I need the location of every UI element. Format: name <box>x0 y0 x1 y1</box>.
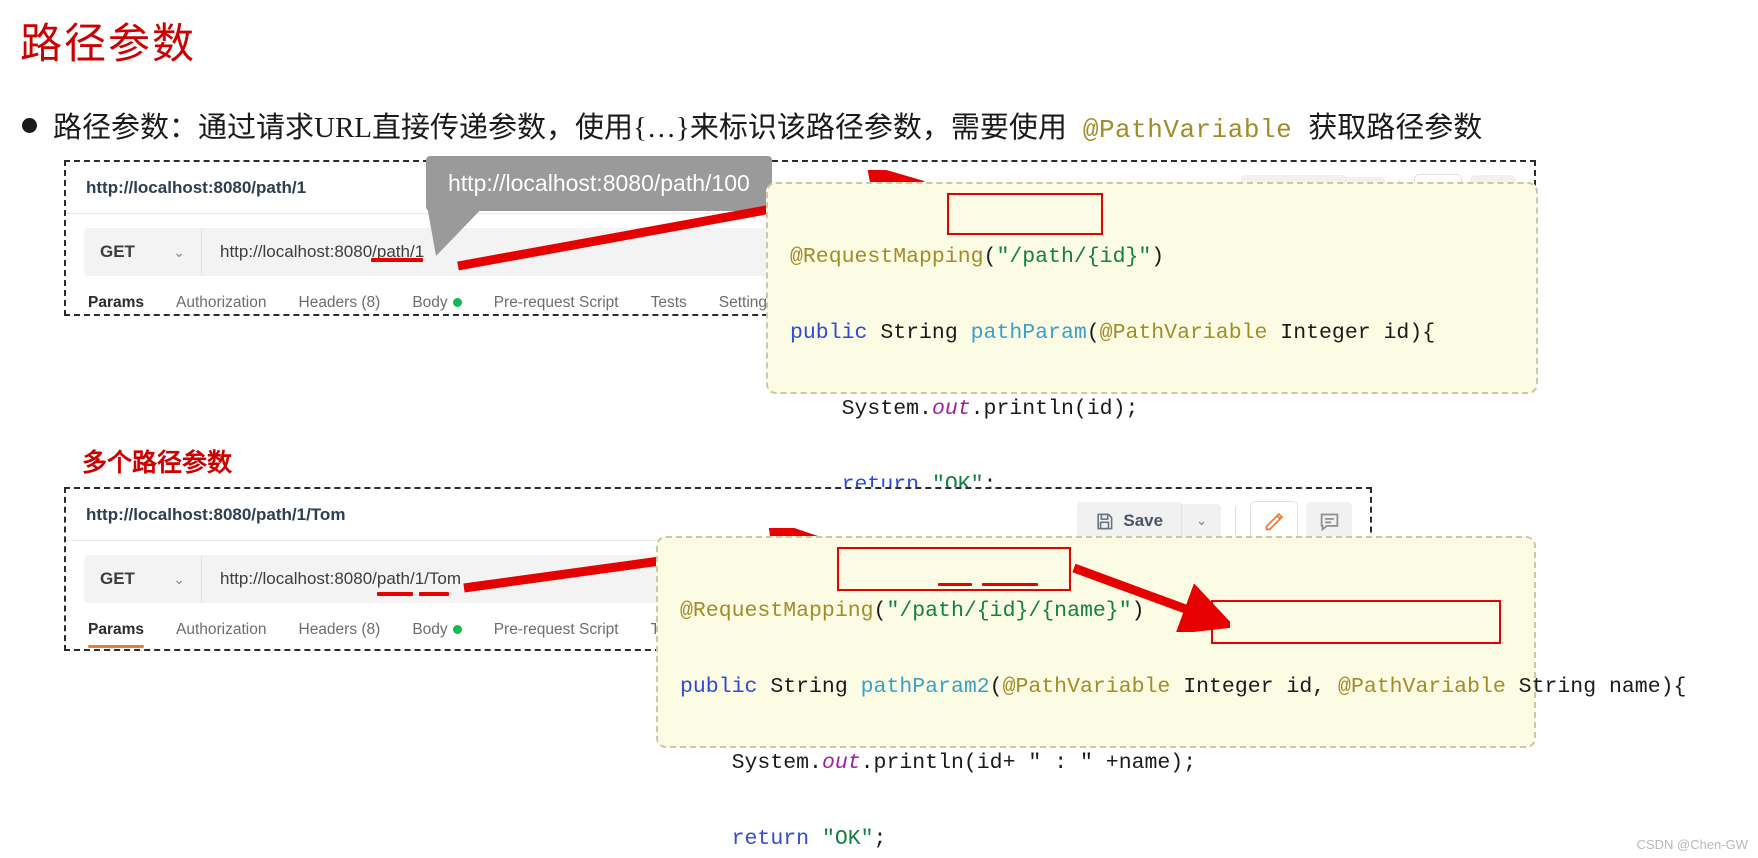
tab-body-2[interactable]: Body <box>412 621 462 648</box>
code2-l3-head: System. <box>680 751 822 775</box>
code2-out-field: out <box>821 751 861 775</box>
tab-params-2[interactable]: Params <box>88 621 145 648</box>
code1-l2-open: ( <box>1086 321 1100 345</box>
code2-line2: public String pathParam2(@PathVariable I… <box>680 668 1686 706</box>
actions-divider-2 <box>1235 507 1236 535</box>
url-highlight-underline-1 <box>371 258 423 262</box>
save-button-2[interactable]: Save <box>1077 502 1182 540</box>
tab-body-label-1: Body <box>412 294 448 311</box>
comment-button-2[interactable] <box>1306 502 1352 540</box>
pencil-icon <box>1265 512 1283 530</box>
edit-button-2[interactable] <box>1250 501 1298 541</box>
code2-l2-rest: String name) <box>1505 675 1674 699</box>
code1-l2-brace: { <box>1422 321 1436 345</box>
save-disk-icon <box>1097 513 1113 529</box>
body-indicator-dot-icon <box>452 298 462 308</box>
code2-line3: System.out.println(id+ " : " +name); <box>680 744 1512 782</box>
code1-return-type: String <box>867 321 971 345</box>
code2-l1-close: ) <box>1131 599 1145 623</box>
tab-headers-1[interactable]: Headers (8) <box>299 294 381 314</box>
save-dropdown-2[interactable]: ⌄ <box>1181 504 1221 538</box>
method-select-2[interactable]: GET ⌄ <box>84 555 202 603</box>
code1-line1: @RequestMapping("/path/{id}") <box>790 238 1514 276</box>
url-highlight-underline-2b <box>419 592 449 596</box>
code2-return-type: String <box>757 675 861 699</box>
url-callout-tooltip: http://localhost:8080/path/100 <box>426 156 772 211</box>
tab-pre-request-script-1[interactable]: Pre-request Script <box>494 294 619 314</box>
code1-kw-public: public <box>790 321 868 345</box>
page-title: 路径参数 <box>20 22 197 68</box>
code2-kw-public: public <box>680 675 758 699</box>
code2-line4: return "OK"; <box>680 820 1512 858</box>
bullet-dot-icon <box>22 118 37 133</box>
code2-path-string: "/path/{id}/{name}" <box>886 599 1132 623</box>
code2-underline-id <box>938 583 972 586</box>
code1-line3: System.out.println(id); <box>790 390 1514 428</box>
code-block-2: @RequestMapping("/path/{id}/{name}") pub… <box>656 536 1686 851</box>
code1-l2-rest: Integer id) <box>1267 321 1423 345</box>
tab-body-1[interactable]: Body <box>412 294 462 314</box>
method-select-1[interactable]: GET ⌄ <box>84 228 202 276</box>
tab-authorization-2[interactable]: Authorization <box>176 621 266 648</box>
bullet-inline-code: @PathVariable <box>1082 115 1293 145</box>
code2-underline-name <box>982 583 1038 586</box>
section-subtitle: 多个路径参数 <box>82 450 233 477</box>
code2-pathvariable-anno-2: @PathVariable <box>1338 675 1506 699</box>
code1-line2: public String pathParam(@PathVariable In… <box>790 314 1514 352</box>
request-actions-2: Save ⌄ <box>1077 501 1352 541</box>
code2-annotation: @RequestMapping <box>680 599 874 623</box>
code2-l3-rest: .println(id+ " : " +name); <box>860 751 1197 775</box>
code1-l1-close: ) <box>1151 245 1165 269</box>
chevron-down-icon: ⌄ <box>173 243 185 260</box>
tab-body-label-2: Body <box>412 621 448 638</box>
code1-out-field: out <box>931 397 971 421</box>
code-block-1: @RequestMapping("/path/{id}") public Str… <box>766 182 1538 573</box>
method-label-2: GET <box>100 569 135 588</box>
code2-kw-return: return <box>680 827 822 851</box>
code2-l2-open: ( <box>989 675 1003 699</box>
code2-l2-brace: { <box>1673 675 1687 699</box>
code2-return-string: "OK" <box>821 827 874 851</box>
tab-authorization-1[interactable]: Authorization <box>176 294 266 314</box>
code2-l2-mid: Integer id, <box>1170 675 1339 699</box>
url-value-2: http://localhost:8080/path/1/Tom <box>220 569 461 588</box>
code2-pathvariable-anno-1: @PathVariable <box>1002 675 1171 699</box>
save-label-2: Save <box>1123 511 1164 530</box>
code1-path-string: "/path/{id}" <box>996 245 1152 269</box>
url-callout-text: http://localhost:8080/path/100 <box>448 170 750 196</box>
code1-l3-rest: .println(id); <box>970 397 1139 421</box>
tab-headers-2[interactable]: Headers (8) <box>299 621 381 648</box>
code1-pathvariable-anno: @PathVariable <box>1099 321 1268 345</box>
code1-l1-open: ( <box>983 245 997 269</box>
watermark: CSDN @Chen-GW <box>1636 837 1748 852</box>
body-indicator-dot-icon <box>452 625 462 635</box>
code2-line1: @RequestMapping("/path/{id}/{name}") <box>680 592 1512 630</box>
request-tab-title-1[interactable]: http://localhost:8080/path/1 <box>86 178 306 198</box>
code1-method-name: pathParam <box>970 321 1087 345</box>
tab-tests-1[interactable]: Tests <box>651 294 687 314</box>
bullet-text-part1: 路径参数：通过请求URL直接传递参数，使用{…}来标识该路径参数，需要使用 <box>53 112 1067 144</box>
code2-l4-semi: ; <box>873 827 887 851</box>
code2-method-name: pathParam2 <box>860 675 990 699</box>
bullet-text-part2: 获取路径参数 <box>1308 112 1483 144</box>
tab-params-1[interactable]: Params <box>88 294 144 314</box>
code2-l1-open: ( <box>873 599 887 623</box>
comment-icon <box>1320 513 1338 531</box>
tab-pre-request-script-2[interactable]: Pre-request Script <box>494 621 619 648</box>
url-highlight-underline-2a <box>377 592 413 596</box>
code1-l3-head: System. <box>790 397 932 421</box>
request-tab-title-2[interactable]: http://localhost:8080/path/1/Tom <box>86 505 345 525</box>
method-label-1: GET <box>100 242 135 261</box>
code1-annotation: @RequestMapping <box>790 245 984 269</box>
bullet-line: 路径参数：通过请求URL直接传递参数，使用{…}来标识该路径参数，需要使用 @P… <box>22 104 1482 146</box>
chevron-down-icon: ⌄ <box>173 570 185 587</box>
